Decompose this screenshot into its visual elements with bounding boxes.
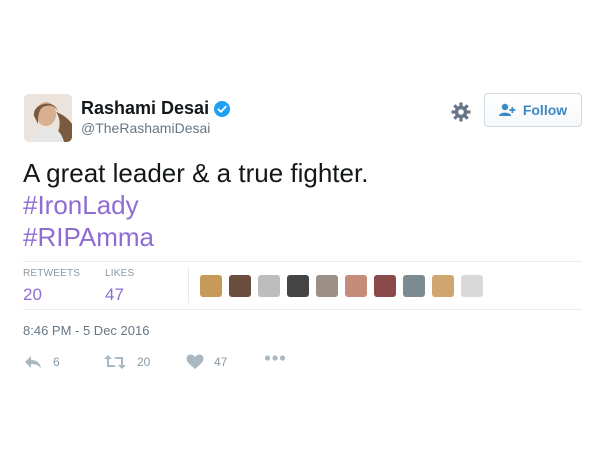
retweet-button[interactable]: 20: [103, 354, 150, 370]
hashtag-link[interactable]: #RIPAmma: [23, 221, 368, 253]
heart-icon: [186, 354, 204, 369]
reply-icon: [25, 356, 41, 368]
more-button[interactable]: [264, 354, 296, 362]
tweet-text-line: A great leader & a true fighter.: [23, 158, 369, 188]
likes-label: LIKES: [105, 268, 135, 279]
like-count: 47: [214, 355, 228, 369]
liker-avatar[interactable]: [200, 275, 222, 297]
liker-avatar[interactable]: [403, 275, 425, 297]
divider: [23, 261, 582, 262]
retweets-count: 20: [23, 285, 42, 304]
likers-avatars: [200, 275, 490, 297]
liker-avatar[interactable]: [229, 275, 251, 297]
author-handle[interactable]: @TheRashamiDesai: [81, 120, 210, 136]
liker-avatar[interactable]: [316, 275, 338, 297]
more-icon: [264, 355, 286, 361]
author-name-line: Rashami Desai: [81, 98, 231, 119]
add-user-icon: [498, 103, 516, 116]
follow-button-label: Follow: [522, 102, 568, 118]
liker-avatar[interactable]: [258, 275, 280, 297]
divider: [188, 267, 189, 303]
retweets-stat[interactable]: RETWEETS 20: [23, 268, 80, 305]
hashtag-link[interactable]: #IronLady: [23, 189, 368, 221]
likes-count: 47: [105, 285, 124, 304]
tweet-timestamp[interactable]: 8:46 PM - 5 Dec 2016: [23, 323, 149, 338]
tweet-actions: 6 20 47: [23, 354, 323, 374]
verified-badge-icon: [214, 100, 231, 117]
follow-button[interactable]: Follow: [484, 93, 582, 127]
liker-avatar[interactable]: [345, 275, 367, 297]
liker-avatar[interactable]: [461, 275, 483, 297]
retweet-icon: [104, 355, 126, 369]
author-display-name[interactable]: Rashami Desai: [81, 98, 209, 119]
tweet-card: Rashami Desai @TheRashamiDesai Follow A …: [0, 0, 600, 450]
liker-avatar[interactable]: [374, 275, 396, 297]
liker-avatar[interactable]: [432, 275, 454, 297]
author-avatar[interactable]: [24, 94, 72, 142]
gear-icon[interactable]: [449, 100, 473, 124]
likes-stat[interactable]: LIKES 47: [105, 268, 134, 305]
tweet-text: A great leader & a true fighter. #IronLa…: [23, 157, 368, 253]
reply-button[interactable]: 6: [23, 354, 60, 370]
liker-avatar[interactable]: [287, 275, 309, 297]
reply-count: 6: [53, 355, 60, 369]
retweet-count: 20: [137, 355, 151, 369]
like-button[interactable]: 47: [186, 354, 227, 370]
retweets-label: RETWEETS: [23, 268, 81, 279]
divider: [23, 309, 582, 310]
